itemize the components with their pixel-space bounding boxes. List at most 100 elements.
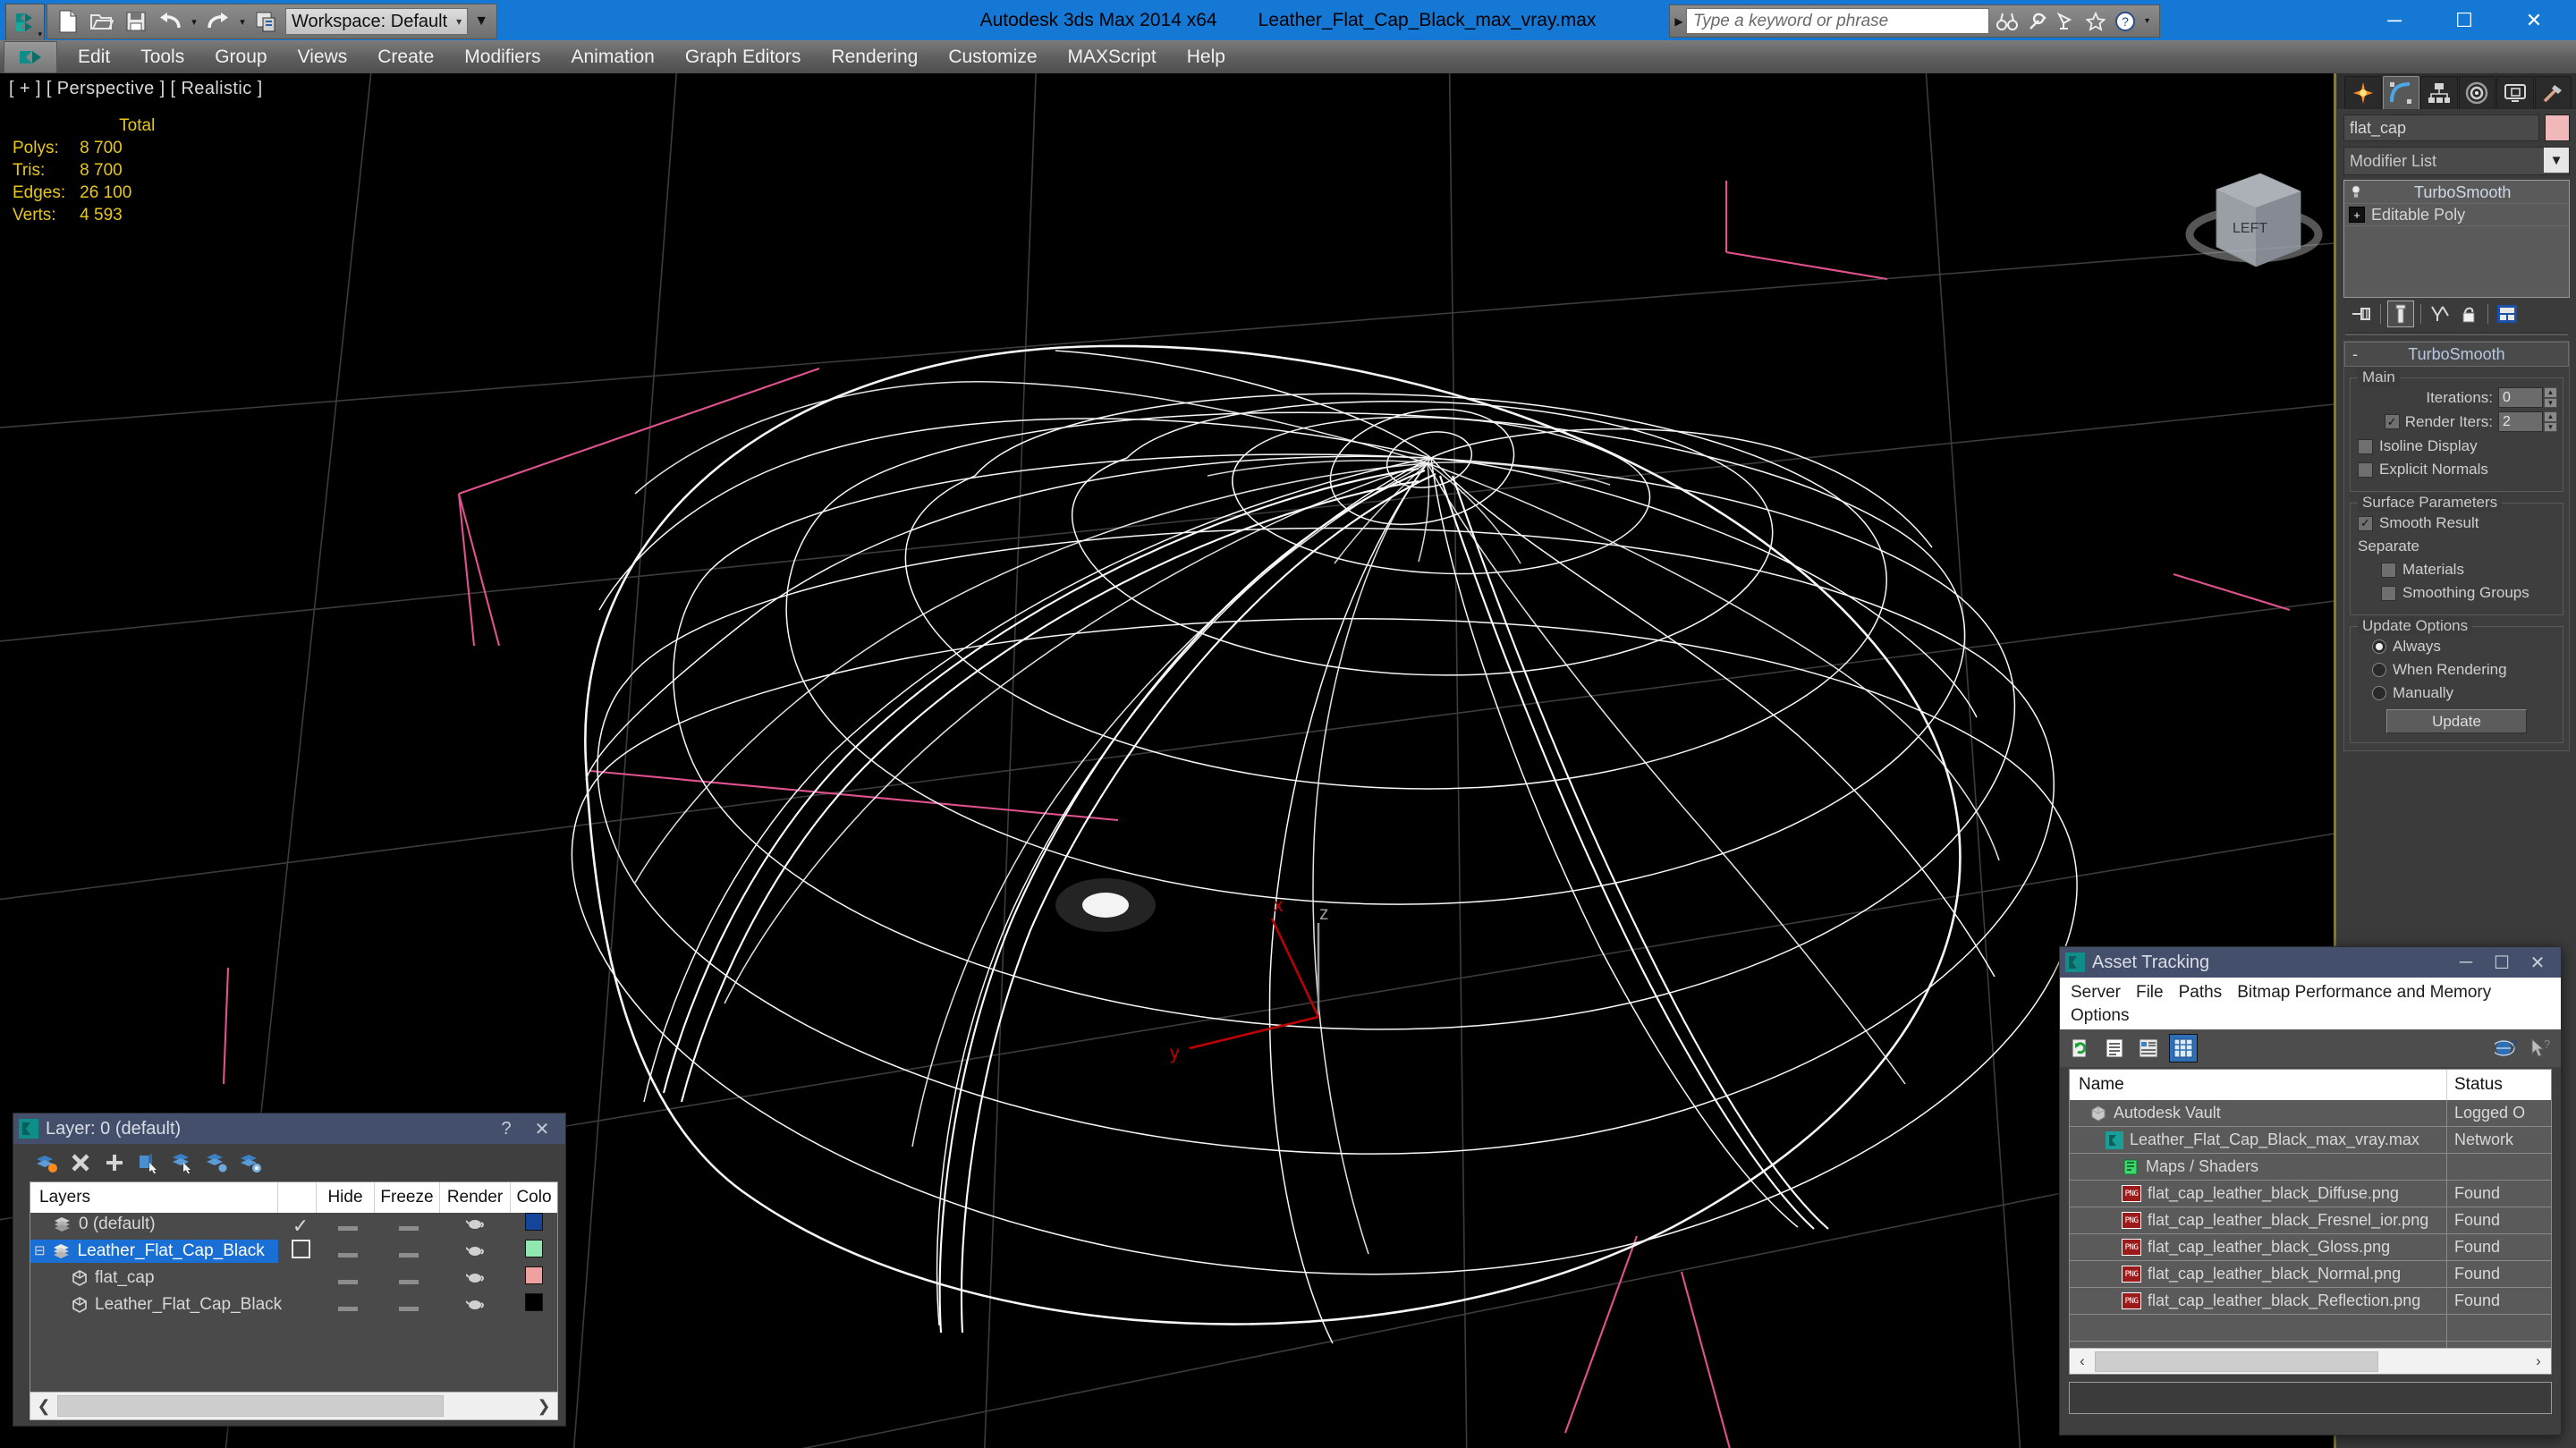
spinner-down-icon[interactable]: ▼: [2544, 397, 2557, 408]
layer-hide-toggle[interactable]: [319, 1293, 377, 1320]
search-expand-arrow[interactable]: ▶: [1672, 15, 1686, 28]
search-input[interactable]: Type a keyword or phrase: [1686, 8, 1989, 34]
render-iters-value[interactable]: 2: [2498, 411, 2543, 432]
object-color-swatch[interactable]: [2545, 114, 2570, 141]
pin-stack-icon[interactable]: [2349, 301, 2374, 326]
delete-layer-icon[interactable]: [67, 1149, 94, 1176]
create-new-layer-icon[interactable]: [33, 1149, 60, 1176]
isoline-display-checkbox[interactable]: [2358, 438, 2373, 454]
layer-color-swatch[interactable]: [511, 1266, 557, 1293]
layer-render-toggle[interactable]: [441, 1240, 511, 1266]
menu-item-graph-editors[interactable]: Graph Editors: [670, 40, 817, 73]
new-file-icon[interactable]: [51, 6, 85, 37]
iterations-value[interactable]: 0: [2498, 387, 2543, 408]
table-row[interactable]: Autodesk Vault Logged O: [2070, 1100, 2551, 1127]
menu-item-rendering[interactable]: Rendering: [816, 40, 933, 73]
when-rendering-radio[interactable]: [2372, 663, 2386, 677]
layer-freeze-toggle[interactable]: [377, 1240, 441, 1266]
help-dropdown-icon[interactable]: ▾: [2141, 8, 2153, 35]
menu-item-animation[interactable]: Animation: [555, 40, 669, 73]
hierarchy-tab[interactable]: [2420, 76, 2458, 109]
table-row[interactable]: ⊟ Leather_Flat_Cap_Black: [30, 1240, 557, 1266]
render-iters-spinner[interactable]: 2 ▲ ▼: [2498, 411, 2557, 432]
menu-item-modifiers[interactable]: Modifiers: [449, 40, 555, 73]
table-row[interactable]: Leather_Flat_Cap_Black_max_vray.max Netw…: [2070, 1127, 2551, 1154]
save-file-icon[interactable]: [119, 6, 153, 37]
light-bulb-icon[interactable]: [2349, 185, 2363, 199]
menu-item-group[interactable]: Group: [199, 40, 282, 73]
iterations-spinner[interactable]: 0 ▲ ▼: [2498, 387, 2557, 408]
table-row[interactable]: flat_cap: [30, 1266, 557, 1293]
minimize-button[interactable]: ─: [2448, 947, 2484, 978]
make-unique-icon[interactable]: [2428, 301, 2453, 326]
spinner-up-icon[interactable]: ▲: [2544, 387, 2557, 398]
layer-color-swatch[interactable]: [511, 1213, 557, 1240]
undo-icon[interactable]: [153, 6, 187, 37]
layer-list-grid[interactable]: Layers Hide Freeze Render Colo 0 (defaul…: [30, 1181, 558, 1398]
scroll-left-arrow-icon[interactable]: ❮: [30, 1397, 57, 1416]
table-row[interactable]: 0 (default) ✓: [30, 1213, 557, 1240]
table-row[interactable]: PNG flat_cap_leather_black_Fresnel_ior.p…: [2070, 1207, 2551, 1234]
menu-item-maxscript[interactable]: MAXScript: [1053, 40, 1172, 73]
asset-menu-file[interactable]: File: [2132, 981, 2175, 1004]
render-iters-spinner-buttons[interactable]: ▲ ▼: [2544, 411, 2557, 432]
select-highlighted-layers-icon[interactable]: [169, 1149, 196, 1176]
workspace-selector[interactable]: Workspace: Default ▾: [285, 8, 469, 35]
workspace-more-button[interactable]: ▼: [470, 8, 493, 35]
modifier-stack-item-turbosmooth[interactable]: TurboSmooth: [2345, 182, 2568, 204]
close-button[interactable]: ✕: [2520, 947, 2555, 978]
menu-item-help[interactable]: Help: [1172, 40, 1241, 73]
minimize-button[interactable]: ─: [2360, 0, 2429, 40]
update-option-manually[interactable]: Manually: [2372, 684, 2557, 702]
expand-plus-icon[interactable]: +: [2349, 207, 2365, 223]
layer-freeze-toggle[interactable]: [377, 1293, 441, 1320]
table-row[interactable]: Maps / Shaders: [2070, 1154, 2551, 1181]
explicit-normals-row[interactable]: Explicit Normals: [2358, 461, 2557, 478]
layer-freeze-toggle[interactable]: [377, 1266, 441, 1293]
grid-view-icon[interactable]: [2169, 1034, 2198, 1063]
spinner-down-icon[interactable]: ▼: [2544, 421, 2557, 432]
modify-tab[interactable]: [2382, 76, 2419, 109]
menu-item-edit[interactable]: Edit: [63, 40, 125, 73]
configure-modifier-sets-icon[interactable]: [2495, 301, 2520, 326]
layer-dialog-close-button[interactable]: ✕: [524, 1114, 560, 1144]
help-question-icon[interactable]: ?: [2112, 8, 2139, 35]
explicit-normals-checkbox[interactable]: [2358, 461, 2373, 478]
layer-render-toggle[interactable]: [441, 1213, 511, 1240]
layer-hide-toggle[interactable]: [319, 1240, 377, 1266]
list-view-icon[interactable]: [2101, 1035, 2128, 1062]
separate-smoothing-groups-row[interactable]: Smoothing Groups: [2381, 584, 2557, 602]
undo-dropdown-icon[interactable]: ▾: [187, 6, 201, 37]
highlight-selected-objects-layer-icon[interactable]: [203, 1149, 230, 1176]
create-tab[interactable]: [2344, 76, 2382, 109]
layer-freeze-toggle[interactable]: [377, 1213, 441, 1240]
layer-render-toggle[interactable]: [441, 1293, 511, 1320]
select-objects-in-layer-icon[interactable]: [135, 1149, 162, 1176]
wrench-icon[interactable]: [2023, 8, 2050, 35]
render-iters-checkbox[interactable]: ✓: [2384, 414, 2400, 429]
update-option-when-rendering[interactable]: When Rendering: [2372, 661, 2557, 679]
asset-menu-bitmap-performance[interactable]: Bitmap Performance and Memory: [2233, 981, 2503, 1004]
layer-properties-icon[interactable]: [237, 1149, 264, 1176]
smooth-result-row[interactable]: ✓ Smooth Result: [2358, 514, 2557, 532]
show-end-result-icon[interactable]: [2387, 301, 2414, 327]
context-help-icon[interactable]: ?: [2527, 1035, 2554, 1062]
separate-materials-checkbox[interactable]: [2381, 562, 2396, 578]
table-row[interactable]: [2070, 1315, 2551, 1342]
redo-dropdown-icon[interactable]: ▾: [235, 6, 250, 37]
iterations-spinner-buttons[interactable]: ▲ ▼: [2544, 387, 2557, 408]
table-row[interactable]: Leather_Flat_Cap_Black: [30, 1293, 557, 1320]
project-folder-icon[interactable]: [250, 6, 284, 37]
detail-view-icon[interactable]: [2135, 1035, 2162, 1062]
binoculars-icon[interactable]: [1994, 8, 2021, 35]
update-button[interactable]: Update: [2386, 709, 2527, 733]
scroll-left-arrow-icon[interactable]: ‹: [2070, 1352, 2095, 1370]
menu-item-tools[interactable]: Tools: [125, 40, 199, 73]
close-button[interactable]: ✕: [2499, 0, 2569, 40]
layer-current-check[interactable]: [282, 1240, 319, 1266]
asset-menu-paths[interactable]: Paths: [2175, 981, 2234, 1004]
scrollbar-thumb[interactable]: [57, 1395, 444, 1417]
layer-render-toggle[interactable]: [441, 1266, 511, 1293]
viewport-label[interactable]: [ + ] [ Perspective ] [ Realistic ]: [9, 79, 263, 99]
separate-materials-row[interactable]: Materials: [2381, 561, 2557, 579]
